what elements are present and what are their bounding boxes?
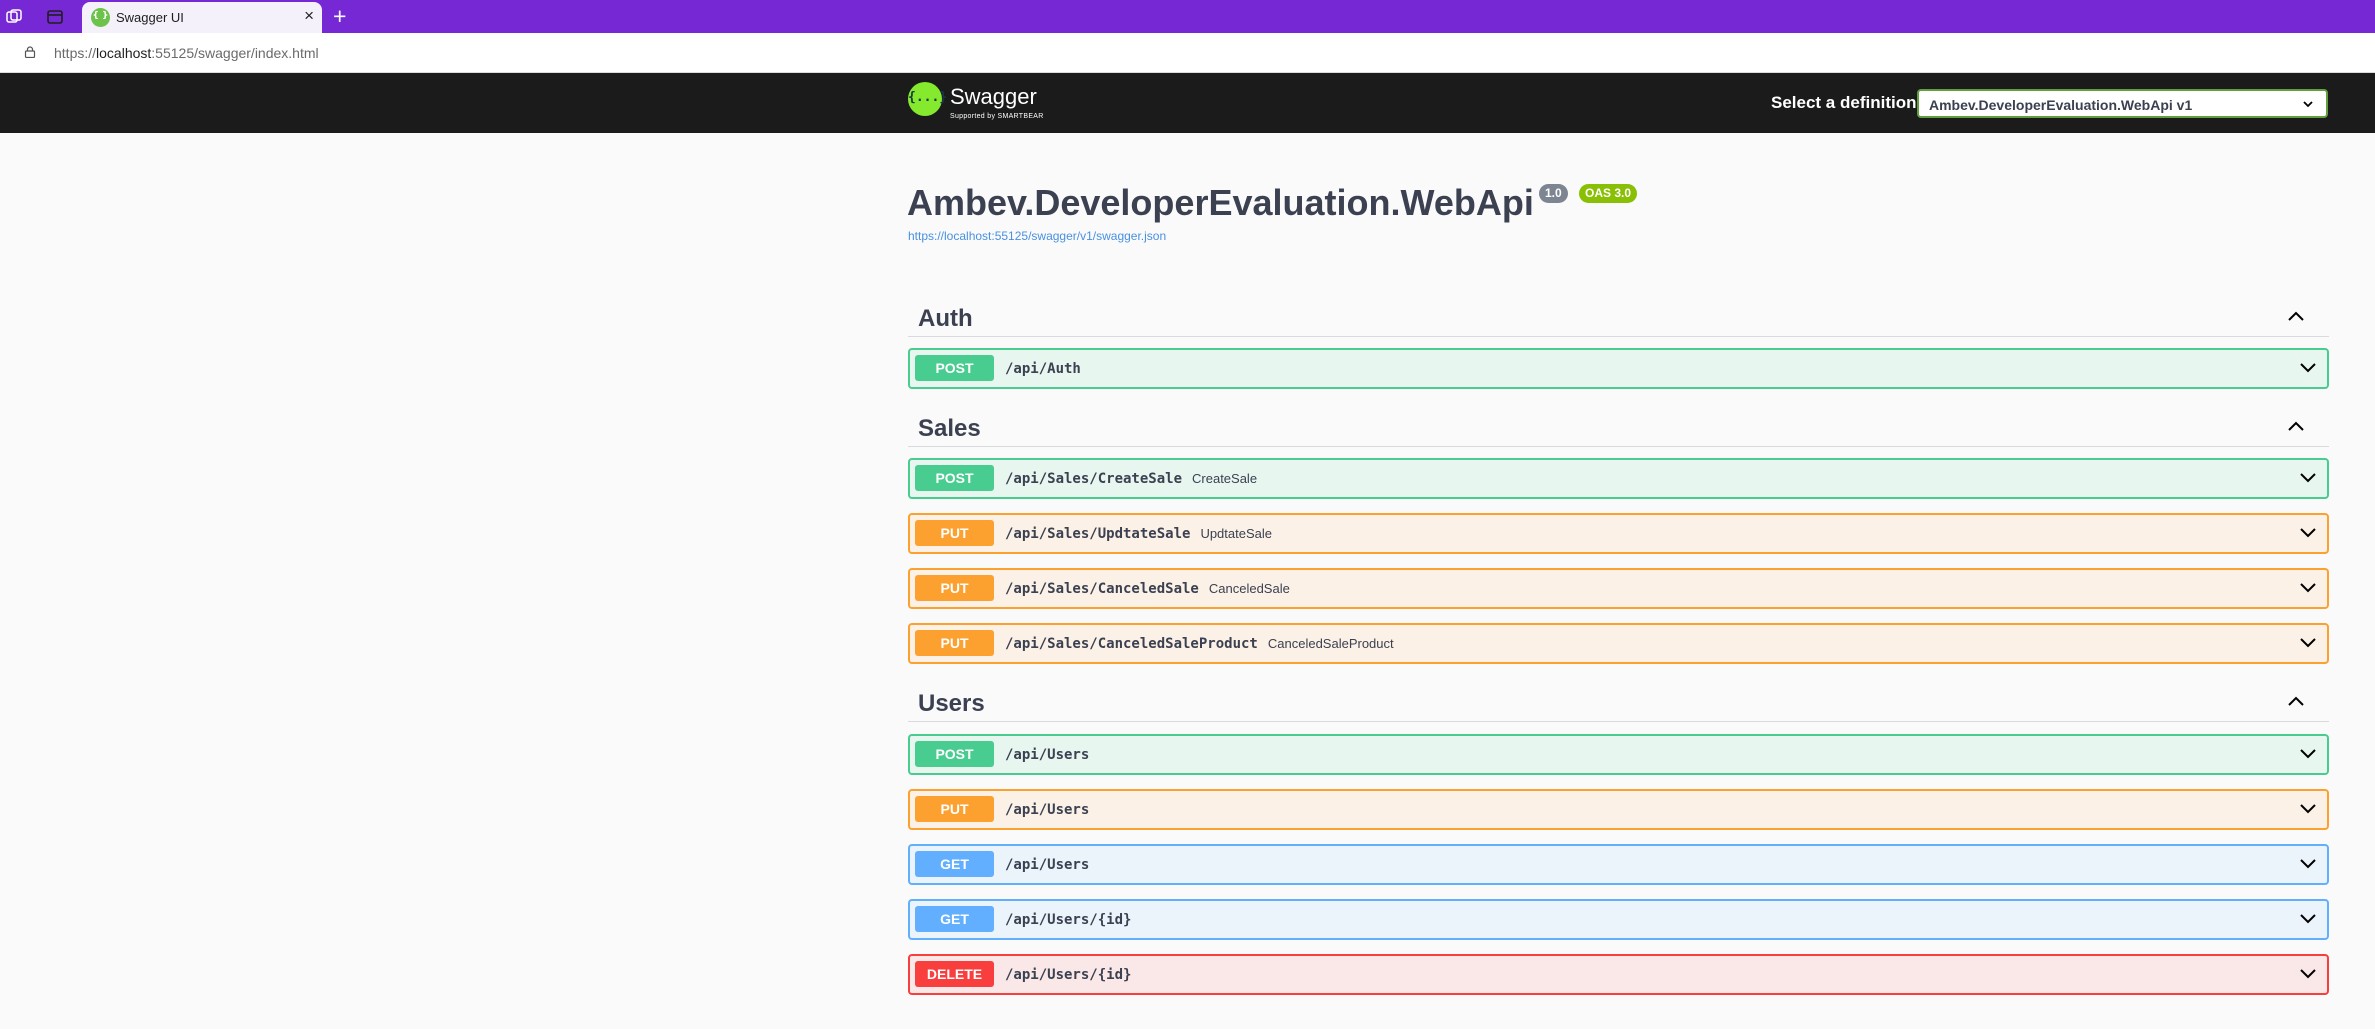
operation-summary: CreateSale — [1192, 471, 1258, 486]
method-badge: POST — [915, 741, 994, 767]
workspaces-icon[interactable] — [4, 7, 24, 27]
operation-path: /api/Users — [1005, 802, 1090, 818]
operation-put-canceled-sale[interactable]: PUT /api/Sales/CanceledSale CanceledSale — [908, 568, 2329, 609]
api-title: Ambev.DeveloperEvaluation.WebApi — [907, 182, 1534, 223]
chevron-down-icon[interactable] — [2299, 582, 2317, 594]
method-badge: PUT — [915, 630, 994, 656]
definition-select[interactable]: Ambev.DeveloperEvaluation.WebApi v1 — [1917, 89, 2328, 118]
method-badge: POST — [915, 355, 994, 381]
url-text[interactable]: https://localhost:55125/swagger/index.ht… — [54, 45, 319, 61]
operation-path: /api/Users — [1005, 747, 1090, 763]
operation-delete-user-by-id[interactable]: DELETE /api/Users/{id} — [908, 954, 2329, 995]
lock-icon[interactable] — [24, 46, 36, 58]
address-bar: https://localhost:55125/swagger/index.ht… — [0, 33, 2375, 73]
swagger-topbar: {...} Swagger Supported by SMARTBEAR Sel… — [0, 73, 2375, 133]
operation-post-users[interactable]: POST /api/Users — [908, 734, 2329, 775]
chevron-up-icon[interactable] — [2287, 695, 2305, 707]
oas-badge: OAS 3.0 — [1579, 184, 1638, 203]
operation-summary: CanceledSale — [1208, 581, 1290, 596]
definition-selected-value: Ambev.DeveloperEvaluation.WebApi v1 — [1929, 97, 2193, 113]
chevron-down-icon[interactable] — [2299, 858, 2317, 870]
operation-summary: CanceledSaleProduct — [1267, 636, 1394, 651]
chevron-down-icon[interactable] — [2299, 637, 2317, 649]
tab-close-icon[interactable]: × — [304, 6, 314, 26]
logo-name[interactable]: Swagger — [950, 84, 1037, 110]
tag-name: Auth — [918, 305, 973, 332]
operation-summary: UpdtateSale — [1200, 526, 1272, 541]
operation-path: /api/Sales/UpdtateSale UpdtateSale — [1005, 526, 1272, 542]
method-badge: GET — [915, 906, 994, 932]
operation-path: /api/Auth — [1005, 361, 1081, 377]
operation-get-users[interactable]: GET /api/Users — [908, 844, 2329, 885]
operation-get-user-by-id[interactable]: GET /api/Users/{id} — [908, 899, 2329, 940]
chevron-up-icon[interactable] — [2287, 310, 2305, 322]
tab-title: Swagger UI — [116, 10, 184, 25]
chevron-down-icon — [2303, 101, 2313, 108]
method-badge: GET — [915, 851, 994, 877]
url-field[interactable]: https://localhost:55125/swagger/index.ht… — [8, 38, 2375, 67]
chevron-down-icon[interactable] — [2299, 803, 2317, 815]
method-badge: PUT — [915, 575, 994, 601]
tag-section-users[interactable]: Users — [908, 682, 2329, 722]
tag-name: Sales — [918, 415, 981, 442]
tag-section-sales[interactable]: Sales — [908, 407, 2329, 447]
chevron-up-icon[interactable] — [2287, 420, 2305, 432]
method-badge: DELETE — [915, 961, 994, 987]
operation-put-canceled-sale-product[interactable]: PUT /api/Sales/CanceledSaleProduct Cancel… — [908, 623, 2329, 664]
operation-path: /api/Sales/CanceledSaleProduct CanceledSa… — [1005, 636, 1394, 652]
spec-json-link[interactable]: https://localhost:55125/swagger/v1/swagg… — [908, 229, 1166, 243]
operation-path: /api/Users/{id} — [1005, 912, 1132, 928]
tag-name: Users — [918, 690, 985, 717]
browser-tab-swagger[interactable]: Swagger UI × — [82, 2, 322, 33]
chevron-down-icon[interactable] — [2299, 968, 2317, 980]
logo-subtitle: Supported by SMARTBEAR — [950, 113, 1044, 120]
operation-post-auth[interactable]: POST /api/Auth — [908, 348, 2329, 389]
browser-tab-bar: Swagger UI × + — [0, 0, 2375, 33]
method-badge: PUT — [915, 796, 994, 822]
chevron-down-icon[interactable] — [2299, 472, 2317, 484]
version-badge: 1.0 — [1539, 184, 1568, 203]
swagger-favicon-icon — [91, 8, 110, 27]
chevron-down-icon[interactable] — [2299, 527, 2317, 539]
chevron-down-icon[interactable] — [2299, 748, 2317, 760]
chevron-down-icon[interactable] — [2299, 362, 2317, 374]
method-badge: POST — [915, 465, 994, 491]
operation-path: /api/Sales/CanceledSale CanceledSale — [1005, 581, 1290, 597]
tag-section-auth[interactable]: Auth — [908, 297, 2329, 337]
tab-actions-icon[interactable] — [45, 7, 65, 27]
operation-path: /api/Users/{id} — [1005, 967, 1132, 983]
definition-label: Select a definition — [1771, 93, 1917, 112]
operation-put-users[interactable]: PUT /api/Users — [908, 789, 2329, 830]
chevron-down-icon[interactable] — [2299, 913, 2317, 925]
operation-put-update-sale[interactable]: PUT /api/Sales/UpdtateSale UpdtateSale — [908, 513, 2329, 554]
operation-path: /api/Users — [1005, 857, 1090, 873]
new-tab-button[interactable]: + — [333, 3, 346, 30]
operation-path: /api/Sales/CreateSale CreateSale — [1005, 471, 1258, 487]
method-badge: PUT — [915, 520, 994, 546]
operation-post-create-sale[interactable]: POST /api/Sales/CreateSale CreateSale — [908, 458, 2329, 499]
swagger-logo-icon[interactable]: {...} — [908, 82, 947, 116]
